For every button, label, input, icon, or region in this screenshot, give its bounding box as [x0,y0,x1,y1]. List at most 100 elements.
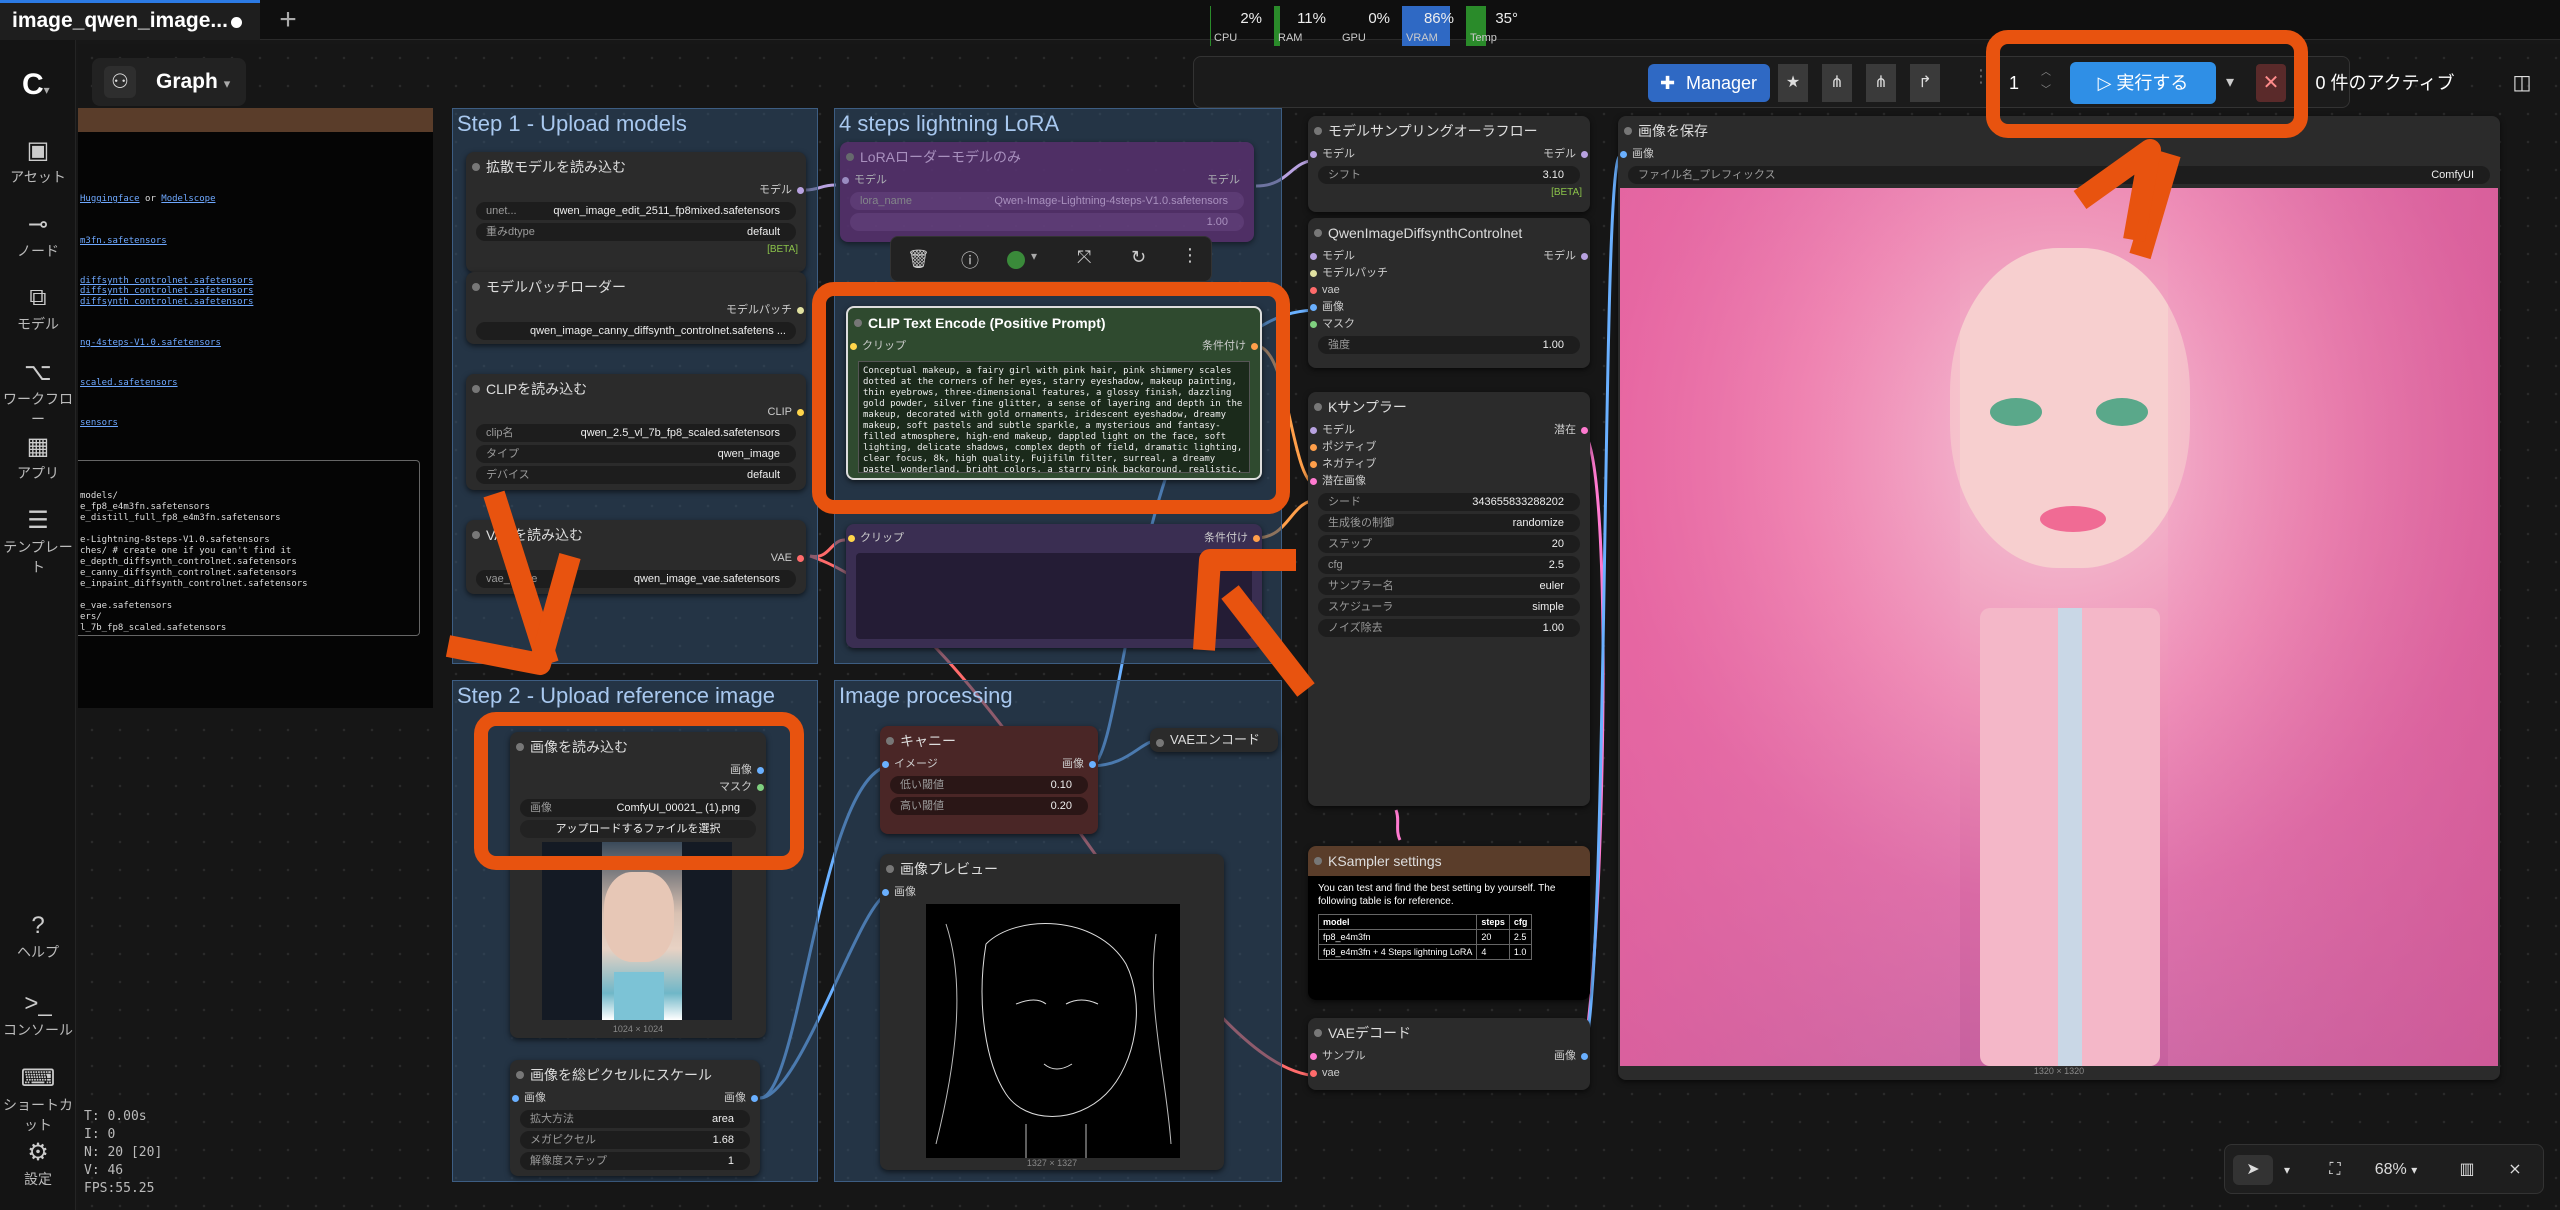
output-vae[interactable]: VAE [466,550,806,567]
notes-link[interactable]: diffsynth_controlnet.safetensors [80,286,253,296]
node-load-clip[interactable]: CLIPを読み込む CLIP clip名 qwen_2.5_vl_7b_fp8_s… [466,374,806,490]
lora-name-widget[interactable]: lora_name Qwen-Image-Lightning-4steps-V1.… [850,192,1244,210]
clip-device-widget[interactable]: デバイス default [476,466,796,484]
input-image[interactable]: 画像 [1618,146,2500,163]
lora-strength-widget[interactable]: 1.00 [850,213,1244,231]
node-ksampler[interactable]: Kサンプラー モデル 潜在 ポジティブ ネガティブ 潜在画像 シード 3436558… [1308,392,1590,806]
sidebar-item-settings[interactable]: ⚙ 設定 [0,1138,76,1189]
input-latent[interactable]: 潜在画像 [1308,473,1590,490]
input-image[interactable]: 画像 [1308,299,1590,316]
input-mask[interactable]: マスク [1308,316,1590,333]
fit-view-icon[interactable]: ⤧ [1077,247,1091,268]
low-threshold-widget[interactable]: 低い閾値 0.10 [890,776,1088,794]
node-model-patch-loader[interactable]: モデルパッチローダー モデルパッチ qwen_image_canny_diffs… [466,272,806,344]
node-vae-decode[interactable]: VAEデコード サンプル 画像 vae [1308,1018,1590,1090]
node-lora-loader[interactable]: LoRAローダーモデルのみ モデル モデル lora_name Qwen-Image… [840,142,1254,242]
notes-link[interactable]: m3fn.safetensors [80,236,167,246]
clip-name-widget[interactable]: clip名 qwen_2.5_vl_7b_fp8_scaled.safetenso… [476,424,796,442]
scheduler-widget[interactable]: スケジューラ simple [1318,598,1580,616]
node-vae-encode[interactable]: VAEエンコード [1150,728,1278,752]
notes-link[interactable]: diffsynth_controlnet.safetensors [80,297,253,307]
graph-menu-button[interactable]: ⚇ Graph ▾ [92,58,246,106]
info-icon[interactable]: ⓘ [961,247,979,273]
chevron-down-icon[interactable]: ▾ [2275,1155,2299,1185]
node-model-sampling-auraflow[interactable]: モデルサンプリングオーラフロー モデル モデル シフト 3.10 [BETA] [1308,116,1590,212]
megapixels-widget[interactable]: メガピクセル 1.68 [520,1131,750,1149]
negative-prompt-textarea[interactable] [856,553,1252,639]
manager-button[interactable]: ✚ Manager [1648,64,1770,102]
zoom-level[interactable]: 68% ▾ [2359,1155,2433,1185]
delete-icon[interactable]: 🗑 [907,249,930,270]
high-threshold-widget[interactable]: 高い閾値 0.20 [890,797,1088,815]
filter-icon[interactable]: ⋔ [1822,64,1852,102]
modelscope-link[interactable]: Modelscope [161,194,215,204]
sampler-name-widget[interactable]: サンプラー名 euler [1318,577,1580,595]
filename-prefix-widget[interactable]: ファイル名_プレフィックス ComfyUI [1628,166,2490,184]
output-model-patch[interactable]: モデルパッチ [466,302,806,319]
node-clip-text-encode-negative[interactable]: クリップ 条件付け [846,524,1262,648]
notes-link[interactable]: scaled.safetensors [80,378,178,388]
input-model[interactable]: モデル モデル [840,172,1254,189]
sidebar-item-help[interactable]: ? ヘルプ [0,912,76,962]
node-save-image[interactable]: 画像を保存 画像 ファイル名_プレフィックス ComfyUI 1320 × 132… [1618,116,2500,1080]
sidebar-item-nodes[interactable]: ⊸ ノード [0,210,76,261]
sidebar-item-assets[interactable]: ▣ アセット [0,136,76,187]
sidebar-item-workflows[interactable]: ⌥ ワークフロー [0,358,76,429]
sidebar-item-apps[interactable]: ▦ アプリ [0,432,76,483]
fit-view-icon[interactable]: ⛶ [2315,1155,2355,1185]
node-qwen-controlnet[interactable]: QwenImageDiffsynthControlnet モデル モデル モデルパ… [1308,218,1590,368]
input-positive[interactable]: ポジティブ [1308,439,1590,456]
select-tool-icon[interactable]: ➤ [2233,1155,2273,1185]
seed-widget[interactable]: シード 343655833288202 [1318,493,1580,511]
input-image[interactable]: 画像 [880,884,1224,901]
sidebar-item-models[interactable]: ⧉ モデル [0,284,76,334]
color-picker-icon[interactable] [1007,251,1025,269]
toggle-panel-icon[interactable]: ◫ [2506,64,2538,102]
strength-widget[interactable]: 強度 1.00 [1318,336,1580,354]
fork-icon[interactable]: ⋔ [1866,64,1896,102]
node-ksampler-settings-note[interactable]: KSampler settings You can test and find … [1308,846,1590,1000]
input-image[interactable]: イメージ 画像 [880,756,1098,773]
sidebar-item-templates[interactable]: ☰ テンプレート [0,506,76,577]
minimap-icon[interactable]: ▥ [2447,1155,2487,1185]
node-load-diffusion-model[interactable]: 拡散モデルを読み込む モデル unet... qwen_image_edit_25… [466,152,806,272]
sidebar-item-shortcuts[interactable]: ⌨ ショートカット [0,1064,76,1135]
input-negative[interactable]: ネガティブ [1308,456,1590,473]
unet-name-widget[interactable]: unet... qwen_image_edit_2511_fp8mixed.saf… [476,202,796,220]
weight-dtype-widget[interactable]: 重みdtype default [476,223,796,241]
input-model-patch[interactable]: モデルパッチ [1308,265,1590,282]
input-model[interactable]: モデル モデル [1308,146,1590,163]
clip-type-widget[interactable]: タイプ qwen_image [476,445,796,463]
input-image[interactable]: 画像 画像 [510,1090,760,1107]
input-vae[interactable]: vae [1308,282,1590,299]
share-icon[interactable]: ↱ [1910,64,1940,102]
more-icon[interactable]: ⋮ [1181,245,1199,266]
node-scale-image[interactable]: 画像を総ピクセルにスケール 画像 画像 拡大方法 area メガピクセル 1.68 解… [510,1060,760,1176]
node-canny[interactable]: キャニー イメージ 画像 低い閾値 0.10 高い閾値 0.20 [880,726,1098,834]
comfy-logo-icon[interactable]: C▾ [22,68,50,102]
refresh-icon[interactable]: ↻ [1131,247,1146,268]
resolution-steps-widget[interactable]: 解像度ステップ 1 [520,1152,750,1170]
node-load-vae[interactable]: VAEを読み込む VAE vae_name qwen_image_vae.safe… [466,520,806,594]
patch-name-widget[interactable]: qwen_image_canny_diffsynth_controlnet.sa… [476,322,796,340]
notes-link[interactable]: ng-4steps-V1.0.safetensors [80,338,221,348]
control-after-generate-widget[interactable]: 生成後の制御 randomize [1318,514,1580,532]
vae-name-widget[interactable]: vae_name qwen_image_vae.safetensors [476,570,796,588]
input-vae[interactable]: vae [1308,1065,1590,1082]
notes-link[interactable]: sensors [80,418,118,428]
cfg-widget[interactable]: cfg 2.5 [1318,556,1580,574]
steps-widget[interactable]: ステップ 20 [1318,535,1580,553]
input-clip[interactable]: クリップ 条件付け [846,530,1262,547]
output-clip[interactable]: CLIP [466,404,806,421]
denoise-widget[interactable]: ノイズ除去 1.00 [1318,619,1580,637]
input-model[interactable]: モデル モデル [1308,248,1590,265]
output-model[interactable]: モデル [466,182,806,199]
huggingface-link[interactable]: Huggingface [80,194,140,204]
input-samples[interactable]: サンプル 画像 [1308,1048,1590,1065]
star-icon[interactable]: ★ [1778,64,1808,102]
input-model[interactable]: モデル 潜在 [1308,422,1590,439]
upscale-method-widget[interactable]: 拡大方法 area [520,1110,750,1128]
hide-links-icon[interactable]: ⨯ [2495,1155,2535,1185]
active-queue-label[interactable]: 0 件のアクティブ [2310,64,2460,102]
chevron-down-icon[interactable]: ▾ [1031,249,1037,263]
